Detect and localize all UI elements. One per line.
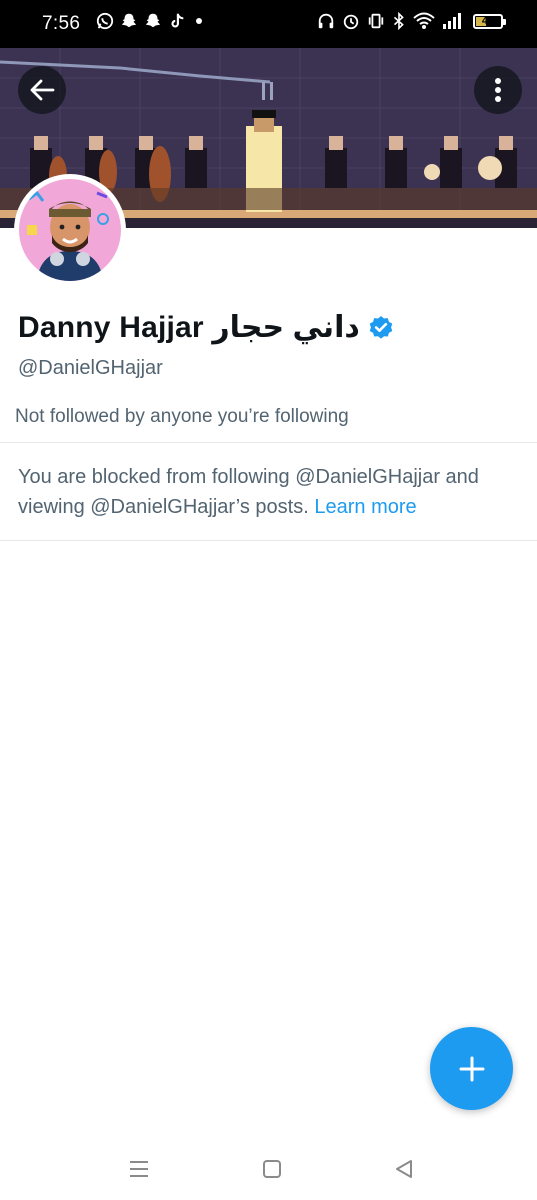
more-vertical-icon bbox=[495, 78, 501, 102]
menu-icon bbox=[130, 1161, 148, 1177]
battery-icon: 42 bbox=[473, 13, 506, 29]
back-button[interactable] bbox=[18, 66, 66, 114]
profile-name-row: Danny Hajjar داني حجار bbox=[18, 310, 394, 345]
blocked-notice: You are blocked from following @DanielGH… bbox=[18, 462, 523, 522]
display-name: Danny Hajjar داني حجار bbox=[18, 311, 360, 344]
notification-icons bbox=[96, 12, 206, 30]
recent-apps-button[interactable] bbox=[124, 1154, 154, 1184]
alarm-icon bbox=[343, 14, 359, 30]
plus-icon bbox=[459, 1056, 484, 1081]
dot-icon bbox=[196, 18, 202, 24]
triangle-back-icon bbox=[396, 1160, 412, 1178]
vibrate-icon bbox=[368, 13, 384, 29]
square-icon bbox=[263, 1160, 281, 1178]
system-icons: 42 bbox=[317, 12, 506, 30]
avatar[interactable] bbox=[14, 174, 126, 286]
verified-badge-icon bbox=[369, 315, 393, 339]
arrow-left-icon bbox=[30, 79, 55, 101]
snapchat-icon bbox=[145, 13, 161, 28]
divider bbox=[0, 540, 537, 541]
wifi-icon bbox=[413, 12, 435, 29]
home-button[interactable] bbox=[257, 1154, 287, 1184]
learn-more-link[interactable]: Learn more bbox=[314, 496, 416, 518]
whatsapp-icon bbox=[96, 12, 114, 30]
system-back-button[interactable] bbox=[389, 1154, 419, 1184]
headphones-icon bbox=[318, 13, 334, 29]
more-options-button[interactable] bbox=[474, 66, 522, 114]
compose-post-button[interactable] bbox=[430, 1027, 513, 1110]
signal-icon bbox=[443, 13, 461, 29]
status-bar: 7:56 42 bbox=[0, 0, 537, 48]
tiktok-icon bbox=[171, 13, 184, 28]
system-navigation-bar bbox=[0, 1140, 537, 1200]
battery-percent: 42 bbox=[481, 14, 495, 27]
avatar-image bbox=[19, 179, 121, 281]
bluetooth-icon bbox=[393, 12, 404, 30]
divider bbox=[0, 442, 537, 443]
snapchat-icon bbox=[121, 13, 137, 28]
followers-you-know-note: Not followed by anyone you’re following bbox=[15, 406, 349, 427]
profile-handle: @DanielGHajjar bbox=[18, 357, 163, 379]
status-time: 7:56 bbox=[42, 13, 81, 34]
